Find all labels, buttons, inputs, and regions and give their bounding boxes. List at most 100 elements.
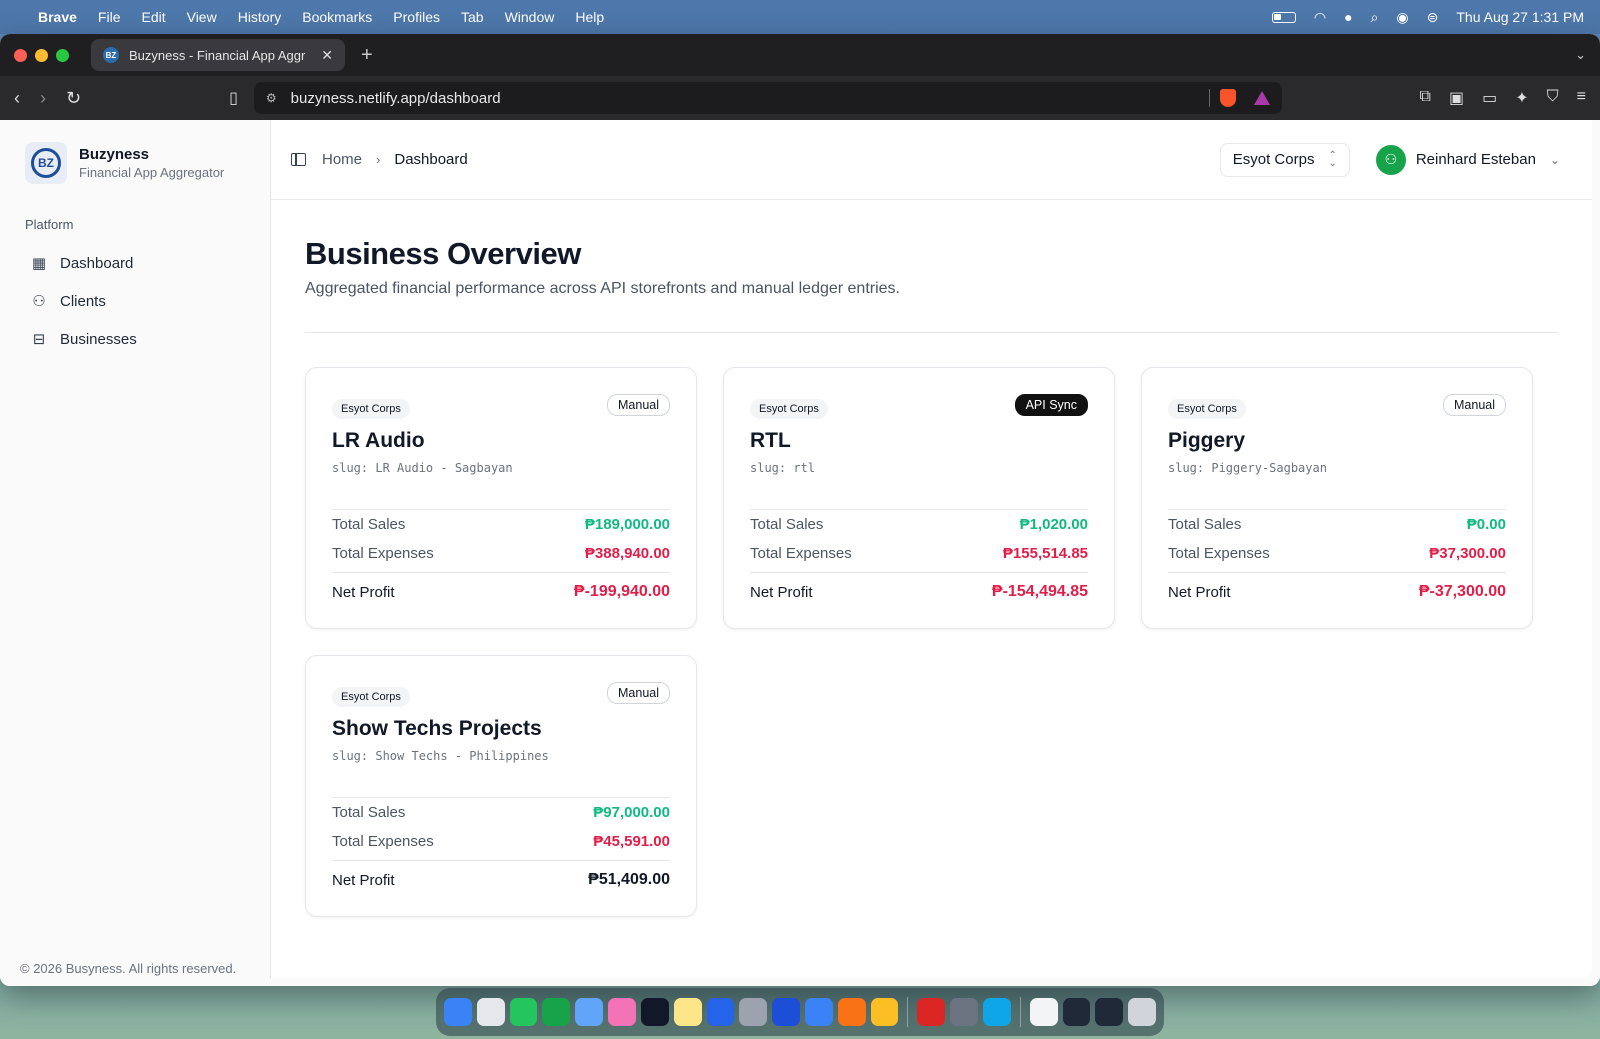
sidebar: BZ Buzyness Financial App Aggregator Pla…	[0, 120, 270, 986]
calculator-icon[interactable]	[950, 998, 978, 1026]
top-header: Home › Dashboard Esyot Corps ⌃ ⌄ ⚇ Reinha…	[271, 120, 1592, 200]
vscode-icon[interactable]	[772, 998, 800, 1026]
menu-app-name[interactable]: Brave	[38, 9, 77, 25]
menubar-status-area: ◠ ● ⌕ ◉ ⊜ Thu Aug 27 1:31 PM	[1271, 9, 1584, 26]
section-divider	[305, 332, 1558, 333]
control-center-icon[interactable]: ⊜	[1427, 9, 1439, 26]
user-menu-button[interactable]: ⚇ Reinhard Esteban ⌄	[1364, 139, 1572, 181]
brave-browser-icon[interactable]	[837, 998, 866, 1026]
net-profit-row: Net Profit ₱51,409.00	[332, 861, 670, 899]
card-header: Esyot Corps Manual	[332, 682, 670, 707]
safari-icon[interactable]	[804, 998, 833, 1026]
user-switch-icon[interactable]: ●	[1344, 9, 1352, 25]
wifi-icon[interactable]: ◠	[1314, 9, 1326, 26]
brave-rewards-icon[interactable]	[1253, 91, 1270, 105]
menu-help[interactable]: Help	[575, 9, 604, 25]
document-icon[interactable]	[1029, 998, 1058, 1026]
sidebar-item-clients[interactable]: ⚇ Clients	[0, 282, 270, 320]
sidebar-nav: ▦ Dashboard ⚇ Clients ⊟ Businesses	[0, 244, 270, 358]
photos-icon[interactable]	[608, 998, 636, 1026]
business-card-lr-audio[interactable]: Esyot Corps Manual LR Audio slug: LR Aud…	[305, 367, 697, 629]
menu-history[interactable]: History	[238, 9, 282, 25]
siri-icon[interactable]: ◉	[1396, 9, 1408, 26]
menu-profiles[interactable]: Profiles	[393, 9, 440, 25]
dock-separator	[1019, 997, 1021, 1027]
active-tab[interactable]: BZ Buzyness - Financial App Aggr ✕	[91, 39, 345, 71]
sidebar-toggle-icon[interactable]: ▣	[1449, 88, 1464, 108]
organization-select[interactable]: Esyot Corps ⌃ ⌄	[1219, 142, 1350, 177]
reload-icon[interactable]: ↻	[66, 88, 81, 109]
business-card-rtl[interactable]: Esyot Corps API Sync RTL slug: rtl Total…	[723, 367, 1115, 629]
type-badge: Manual	[1443, 394, 1506, 416]
app-store-icon[interactable]	[706, 998, 735, 1026]
net-profit-label: Net Profit	[332, 583, 395, 601]
dashboard-grid-icon: ▦	[31, 255, 47, 272]
chevrons-up-down-icon: ⌃ ⌄	[1328, 149, 1337, 169]
business-card-piggery[interactable]: Esyot Corps Manual Piggery slug: Piggery…	[1141, 367, 1533, 629]
menu-window[interactable]: Window	[505, 9, 555, 25]
url-text[interactable]: buzyness.netlify.app/dashboard	[291, 90, 1199, 107]
type-badge: Manual	[607, 394, 670, 416]
battery-icon[interactable]	[1271, 11, 1296, 23]
business-slug: slug: Show Techs - Philippines	[332, 749, 549, 763]
address-bar[interactable]: ⚙ buzyness.netlify.app/dashboard	[253, 82, 1282, 114]
sidebar-item-dashboard[interactable]: ▦ Dashboard	[0, 244, 270, 282]
brave-shields-icon[interactable]	[1219, 89, 1236, 107]
trash-icon[interactable]	[1128, 998, 1157, 1026]
chrome-icon[interactable]	[870, 998, 899, 1026]
type-badge: API Sync	[1014, 394, 1088, 416]
minimize-window-button[interactable]	[35, 48, 48, 62]
user-icon: ⚇	[32, 293, 46, 310]
launchpad-icon[interactable]	[476, 998, 505, 1026]
leo-ai-icon[interactable]: ✦	[1515, 88, 1528, 108]
site-info-icon[interactable]: ⚙	[266, 91, 277, 105]
spotlight-search-icon[interactable]: ⌕	[1371, 9, 1379, 26]
dictionary-icon[interactable]	[917, 998, 946, 1026]
breadcrumb-current: Dashboard	[394, 151, 468, 168]
business-card-show-techs-projects[interactable]: Esyot Corps Manual Show Techs Projects s…	[305, 655, 697, 917]
messages-icon[interactable]	[509, 998, 538, 1026]
tab-list-chevron-icon[interactable]: ⌄	[1575, 47, 1586, 63]
terminal-icon[interactable]	[640, 998, 669, 1026]
total-expenses-row: Total Expenses ₱155,514.85	[750, 539, 1088, 568]
menu-file[interactable]: File	[98, 9, 121, 25]
sidebar-toggle-panel-icon[interactable]	[291, 153, 306, 166]
vpn-shield-icon[interactable]: ⛉	[1547, 88, 1559, 108]
total-sales-row: Total Sales ₱189,000.00	[332, 510, 670, 539]
menu-bookmarks[interactable]: Bookmarks	[302, 9, 372, 25]
wallet-icon[interactable]: ▭	[1482, 88, 1497, 108]
window-thumbnail-icon[interactable]	[1095, 998, 1124, 1026]
window-thumbnail-icon[interactable]	[1062, 998, 1091, 1026]
close-window-button[interactable]	[14, 48, 27, 62]
menubar-clock[interactable]: Thu Aug 27 1:31 PM	[1456, 9, 1584, 25]
xcode-icon[interactable]	[983, 998, 1011, 1026]
forward-icon[interactable]: ›	[40, 88, 46, 109]
net-profit-row: Net Profit ₱-37,300.00	[1168, 573, 1506, 611]
menu-edit[interactable]: Edit	[141, 9, 165, 25]
facetime-icon[interactable]	[542, 998, 571, 1026]
finder-icon[interactable]	[444, 998, 472, 1026]
main-menu-icon[interactable]: ≡	[1577, 88, 1586, 108]
net-profit-value: ₱-37,300.00	[1418, 583, 1506, 600]
total-expenses-value: ₱155,514.85	[1002, 545, 1088, 562]
brand-logo-mark: BZ	[31, 148, 61, 178]
system-settings-icon[interactable]	[739, 998, 768, 1026]
sidebar-item-businesses[interactable]: ⊟ Businesses	[0, 320, 270, 358]
menu-view[interactable]: View	[187, 9, 217, 25]
breadcrumb-home[interactable]: Home	[322, 151, 362, 168]
zoom-window-button[interactable]	[56, 48, 69, 62]
org-chip: Esyot Corps	[1168, 399, 1246, 419]
back-icon[interactable]: ‹	[14, 88, 20, 109]
close-tab-icon[interactable]: ✕	[321, 47, 333, 64]
bookmark-icon[interactable]: ▯	[229, 88, 238, 108]
net-profit-value: ₱51,409.00	[588, 871, 670, 888]
extensions-icon[interactable]: ⧉	[1420, 88, 1431, 108]
menu-tab[interactable]: Tab	[461, 9, 484, 25]
notes-icon[interactable]	[673, 998, 702, 1026]
total-expenses-label: Total Expenses	[332, 833, 434, 850]
breadcrumb-chevron-icon: ›	[376, 152, 381, 167]
new-tab-icon[interactable]: +	[361, 44, 373, 67]
maps-icon[interactable]	[575, 998, 604, 1026]
brand-header[interactable]: BZ Buzyness Financial App Aggregator	[0, 120, 270, 184]
total-expenses-row: Total Expenses ₱388,940.00	[332, 539, 670, 568]
